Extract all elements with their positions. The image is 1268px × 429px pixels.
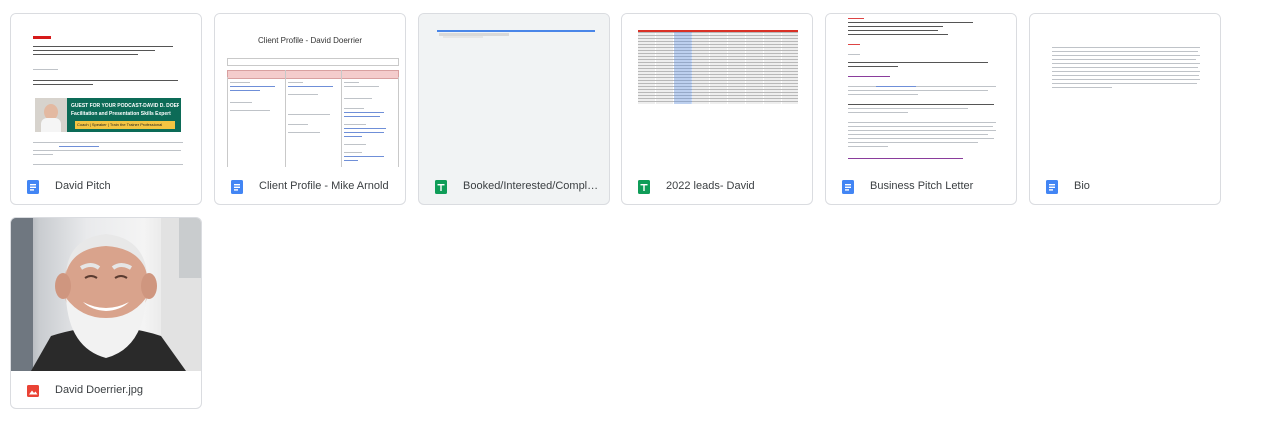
file-thumbnail: [826, 14, 1016, 167]
photo-thumbnail: [11, 218, 201, 371]
file-title: Business Pitch Letter: [870, 180, 974, 192]
doc-icon: [842, 180, 854, 194]
file-card-business-pitch-letter[interactable]: Business Pitch Letter: [825, 13, 1017, 205]
file-thumbnail: Client Profile - David Doerrier: [215, 14, 405, 167]
pitch-banner-tagline: Coach | Speaker | Train the Trainer Prof…: [77, 122, 163, 127]
file-title: David Doerrier.jpg: [55, 384, 144, 396]
doc-icon: [1046, 180, 1058, 194]
pitch-banner-title: GUEST FOR YOUR PODCAST-DAVID D. DOERRIER: [71, 103, 179, 109]
file-title: Client Profile - Mike Arnold: [259, 180, 389, 192]
file-thumbnail: GUEST FOR YOUR PODCAST-DAVID D. DOERRIER…: [11, 14, 201, 167]
portrait-photo: [11, 218, 201, 371]
file-card-2022-leads[interactable]: 2022 leads- David: [621, 13, 813, 205]
file-card-david-doerrier-jpg[interactable]: David Doerrier.jpg: [10, 217, 202, 409]
file-title: Bio: [1074, 180, 1090, 192]
file-card-bio[interactable]: Bio: [1029, 13, 1221, 205]
file-card-client-profile[interactable]: Client Profile - David Doerrier Client P…: [214, 13, 406, 205]
sheet-icon: [638, 180, 650, 194]
client-profile-heading: Client Profile - David Doerrier: [257, 36, 363, 45]
file-title: David Pitch: [55, 180, 111, 192]
file-card-david-pitch[interactable]: GUEST FOR YOUR PODCAST-DAVID D. DOERRIER…: [10, 13, 202, 205]
file-title: 2022 leads- David: [666, 180, 755, 192]
file-title: Booked/Interested/Completed: [463, 180, 603, 192]
sheet-icon: [435, 180, 447, 194]
file-card-booked-interested[interactable]: Booked/Interested/Completed: [418, 13, 610, 205]
doc-icon: [231, 180, 243, 194]
file-thumbnail: [1030, 14, 1220, 167]
file-thumbnail: [622, 14, 812, 167]
doc-icon: [27, 180, 39, 194]
pitch-banner-subtitle: Facilitation and Presentation Skills Exp…: [71, 111, 171, 117]
file-thumbnail: [419, 14, 609, 167]
image-icon: [27, 385, 39, 397]
